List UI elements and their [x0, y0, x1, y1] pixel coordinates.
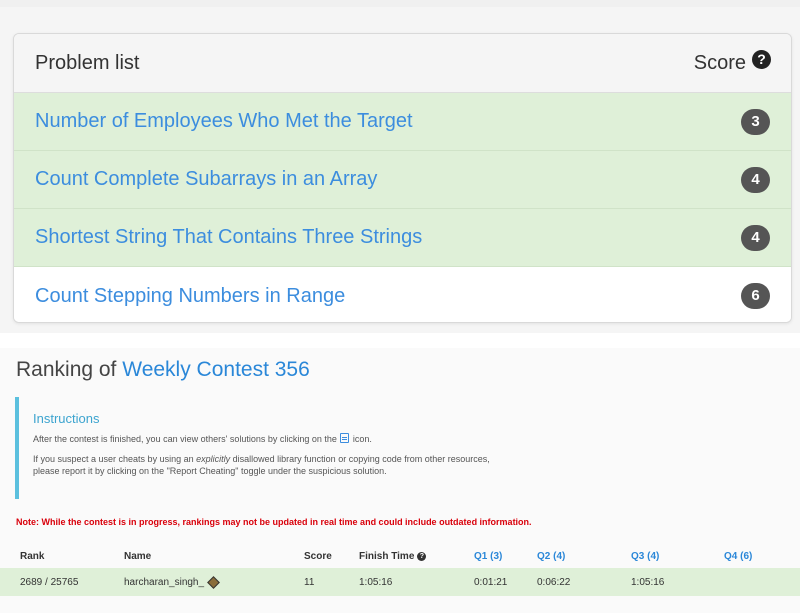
- contest-link[interactable]: Weekly Contest 356: [122, 358, 310, 381]
- col-q3[interactable]: Q3 (4): [631, 544, 659, 568]
- problem-link[interactable]: Number of Employees Who Met the Target: [35, 110, 413, 133]
- cell-q1: 0:01:21: [474, 576, 508, 588]
- col-q1[interactable]: Q1 (3): [474, 544, 502, 568]
- col-q2[interactable]: Q2 (4): [537, 544, 565, 568]
- question-circle-icon[interactable]: ?: [752, 49, 771, 69]
- problem-link[interactable]: Count Complete Subarrays in an Array: [35, 168, 377, 191]
- cell-finish-time: 1:05:16: [359, 576, 393, 588]
- ranking-screenshot: Ranking of Weekly Contest 356 Instructio…: [0, 348, 800, 613]
- cell-q2: 0:06:22: [537, 576, 571, 588]
- score-badge: 4: [741, 224, 770, 251]
- instructions-box: Instructions After the contest is finish…: [15, 397, 800, 499]
- col-finish-time-label: Finish Time: [359, 550, 415, 562]
- cell-q3: 1:05:16: [631, 576, 665, 588]
- col-q4[interactable]: Q4 (6): [724, 544, 752, 568]
- table-header: Rank Name Score Finish Time ? Q1 (3) Q2 …: [0, 544, 800, 568]
- top-strip: [0, 0, 800, 7]
- problem-row: Number of Employees Who Met the Target 3: [14, 93, 791, 151]
- document-icon: [340, 433, 350, 443]
- score-badge: 4: [741, 166, 770, 193]
- problem-link[interactable]: Shortest String That Contains Three Stri…: [35, 226, 422, 249]
- problem-row: Shortest String That Contains Three Stri…: [14, 209, 791, 267]
- cell-name: harcharan_singh_: [124, 568, 220, 596]
- instructions-line: If you suspect a user cheats by using an…: [33, 453, 800, 465]
- col-name: Name: [124, 550, 152, 562]
- instructions-text: If you suspect a user cheats by using an: [33, 454, 194, 464]
- cell-rank: 2689 / 25765: [20, 576, 79, 588]
- score-badge: 3: [741, 108, 770, 135]
- instructions-text: disallowed library function or copying c…: [232, 454, 490, 464]
- user-name-link[interactable]: harcharan_singh_: [124, 577, 204, 588]
- progress-note: Note: While the contest is in progress, …: [16, 517, 532, 527]
- score-header-label: Score: [693, 51, 746, 74]
- col-score: Score: [304, 550, 332, 562]
- problem-list-screenshot: Problem list Score ? Number of Employees…: [0, 0, 800, 333]
- col-finish-time: Finish Time ?: [359, 544, 427, 568]
- problem-link[interactable]: Count Stepping Numbers in Range: [35, 285, 345, 308]
- ranking-title: Ranking of Weekly Contest 356: [16, 358, 310, 382]
- instructions-line: please report it by clicking on the "Rep…: [33, 466, 387, 476]
- problem-list-panel: Problem list Score ? Number of Employees…: [13, 33, 792, 323]
- problem-list-title: Problem list: [35, 51, 140, 74]
- ranking-title-prefix: Ranking of: [16, 358, 117, 381]
- instructions-emphasis: explicitly: [196, 454, 231, 464]
- instructions-text: icon.: [352, 434, 372, 444]
- ranking-table: Rank Name Score Finish Time ? Q1 (3) Q2 …: [0, 544, 800, 596]
- problem-row: Count Stepping Numbers in Range 6: [14, 267, 791, 322]
- problem-list-header: Problem list Score ?: [14, 34, 791, 93]
- problem-row: Count Complete Subarrays in an Array 4: [14, 151, 791, 209]
- score-badge: 6: [741, 283, 770, 309]
- instructions-line: After the contest is finished, you can v…: [33, 433, 800, 445]
- instructions-text: After the contest is finished, you can v…: [33, 434, 337, 444]
- score-header: Score ?: [693, 49, 771, 75]
- badge-icon: [207, 575, 220, 589]
- cell-score: 11: [304, 576, 315, 588]
- col-rank: Rank: [20, 550, 45, 562]
- table-row: 2689 / 25765 harcharan_singh_ 11 1:05:16…: [0, 568, 800, 596]
- question-circle-icon[interactable]: ?: [417, 551, 427, 561]
- instructions-title: Instructions: [33, 411, 100, 426]
